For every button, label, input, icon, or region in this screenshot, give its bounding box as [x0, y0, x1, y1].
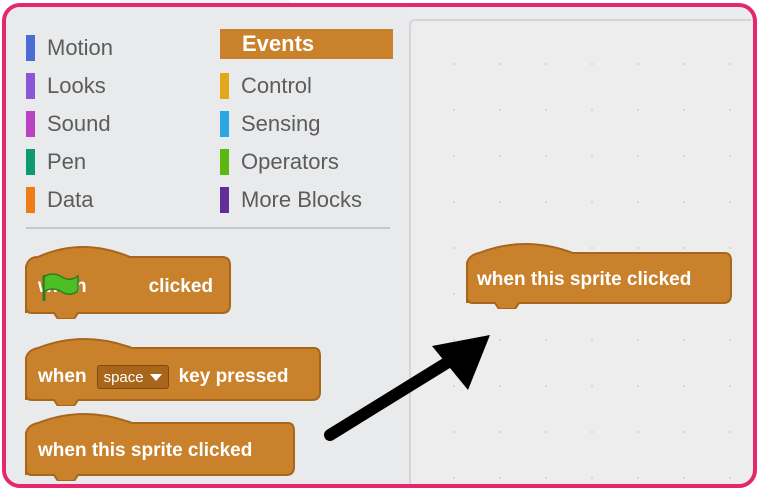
- drag-arrow-icon: [324, 335, 490, 441]
